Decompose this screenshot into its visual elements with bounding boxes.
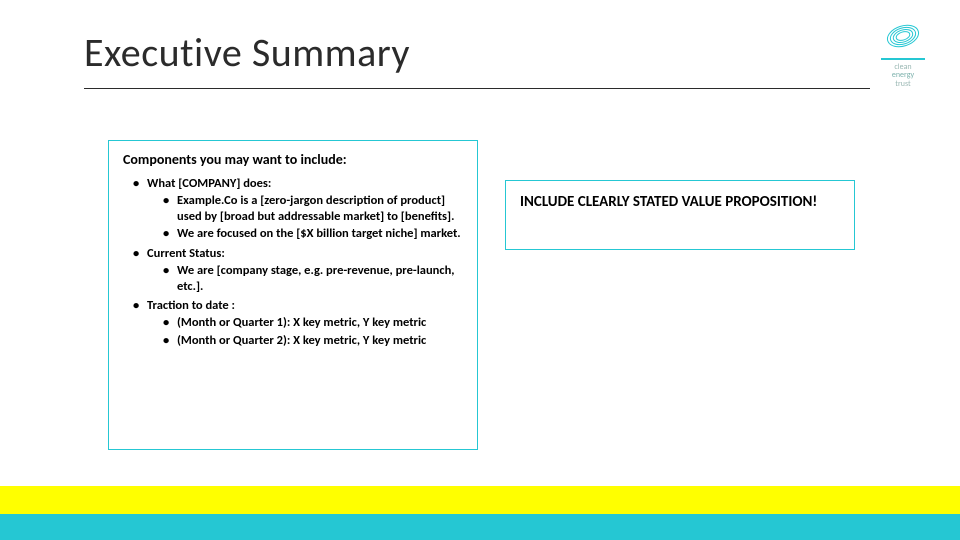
logo-word-3: trust [895, 79, 910, 89]
footer-stripe-blue [0, 514, 960, 540]
logo-text: clean energy trust [876, 63, 930, 88]
logo-mark-icon [883, 18, 923, 54]
section-label: What [COMPANY] does: [147, 176, 271, 191]
list-item: We are [company stage, e.g. pre-revenue,… [163, 263, 463, 294]
list-item: (Month or Quarter 2): X key metric, Y ke… [163, 333, 463, 349]
components-heading: Components you may want to include: [123, 151, 463, 168]
title-underline [84, 88, 870, 89]
value-proposition-callout: INCLUDE CLEARLY STATED VALUE PROPOSITION… [520, 193, 840, 212]
list-item: We are focused on the [$X billion target… [163, 226, 463, 242]
list-item: Current Status: We are [company stage, e… [133, 246, 463, 294]
callout-box: INCLUDE CLEARLY STATED VALUE PROPOSITION… [505, 180, 855, 250]
list-item: Example.Co is a [zero-jargon description… [163, 193, 463, 224]
brand-logo: clean energy trust [876, 18, 930, 88]
components-box: Components you may want to include: What… [108, 140, 478, 450]
logo-divider [881, 58, 925, 60]
list-item: Traction to date : (Month or Quarter 1):… [133, 298, 463, 348]
components-list: What [COMPANY] does: Example.Co is a [ze… [123, 176, 463, 348]
section-label: Traction to date : [147, 298, 235, 313]
slide: Executive Summary clean energy trust Com… [0, 0, 960, 540]
footer-stripe-yellow [0, 486, 960, 514]
section-label: Current Status: [147, 246, 225, 261]
list-item: What [COMPANY] does: Example.Co is a [ze… [133, 176, 463, 242]
list-item: (Month or Quarter 1): X key metric, Y ke… [163, 315, 463, 331]
page-title: Executive Summary [84, 28, 410, 77]
